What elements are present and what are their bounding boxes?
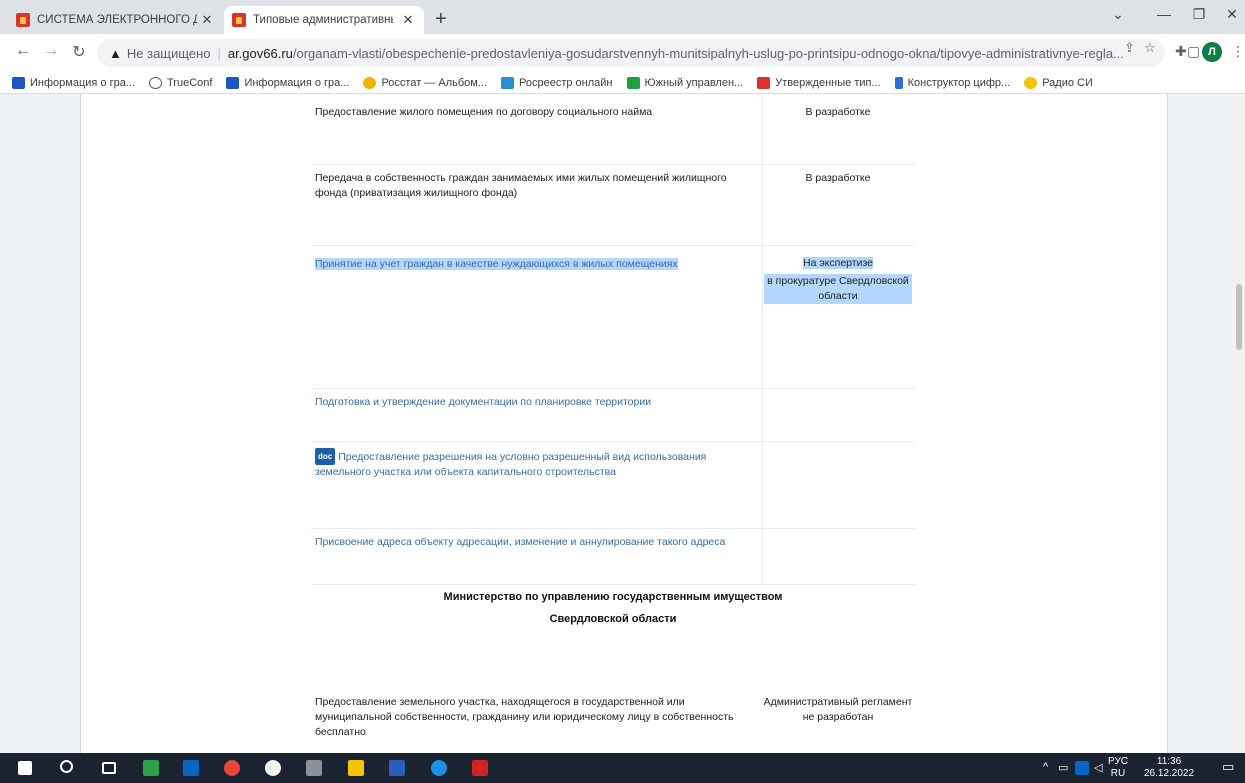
service-status: В разработке <box>805 172 871 184</box>
close-icon[interactable]: ✕ <box>400 12 416 28</box>
menu-icon[interactable]: ⋮ <box>1231 43 1245 60</box>
close-icon[interactable]: ✕ <box>199 12 215 28</box>
windows-start-icon[interactable] <box>18 761 32 775</box>
taskbar: ^ ▭ ◁ РУС RU 11:36 26.12.2022 ▭ <box>0 753 1245 783</box>
bookmark-icon <box>501 76 515 89</box>
reload-button[interactable]: ↻ <box>68 42 90 62</box>
bookmark-icon <box>226 76 240 89</box>
tab-sed[interactable]: СИСТЕМА ЭЛЕКТРОННОГО ДОКУМЕНТООБОРОТА ✕ <box>8 6 223 34</box>
scrollbar-thumb[interactable] <box>1236 284 1242 350</box>
app-icon[interactable] <box>306 760 322 776</box>
extensions-icon[interactable]: ✚ <box>1175 43 1187 60</box>
table-row: Предоставление жилого помещения по догов… <box>311 94 915 165</box>
tab-title: Типовые административные регламенты <box>253 14 393 26</box>
service-name: Предоставление жилого помещения по догов… <box>315 106 653 118</box>
tray-chevron-icon[interactable]: ^ <box>1043 761 1048 773</box>
app-icon[interactable] <box>143 760 159 776</box>
bookmark-icon <box>626 76 640 89</box>
acrobat-icon[interactable] <box>472 760 488 776</box>
search-icon[interactable] <box>60 760 73 773</box>
word-icon[interactable] <box>389 760 405 776</box>
column-divider <box>762 94 763 585</box>
page-viewport: Предоставление жилого помещения по догов… <box>0 94 1245 753</box>
service-name-link[interactable]: doc Предоставление разрешения на условно … <box>315 448 761 480</box>
tab-reglaments[interactable]: Типовые административные регламенты ✕ <box>224 6 424 34</box>
volume-icon[interactable]: ◁ <box>1094 761 1102 774</box>
doc-icon[interactable]: doc <box>315 448 336 465</box>
bookmark-item[interactable]: Утвержденные тип... <box>757 76 881 89</box>
bookmark-icon <box>1024 76 1038 89</box>
service-status: На экспертизе в прокуратуре Свердловской… <box>763 256 913 304</box>
address-bar[interactable]: ▲ Не защищено | ar.gov66.ru/organam-vlas… <box>97 39 1165 67</box>
star-icon[interactable]: ☆ <box>1144 40 1156 56</box>
service-name-link[interactable]: Принятие на учет граждан в качестве нужд… <box>315 257 761 272</box>
url-host: ar.gov66.ru <box>227 45 293 61</box>
bookmarks-bar: Информация о гра... TrueConf Информация … <box>0 72 1245 94</box>
bookmark-item[interactable]: Радио СИ <box>1024 76 1093 89</box>
new-tab-button[interactable]: + <box>435 9 447 29</box>
scrollbar[interactable] <box>1233 94 1245 753</box>
site-favicon-icon <box>16 13 30 27</box>
clock[interactable]: 11:36 26.12.2022 <box>1144 756 1194 780</box>
bookmark-item[interactable]: Росреестр онлайн <box>501 76 613 89</box>
service-name: Предоставление земельного участка, наход… <box>315 696 734 738</box>
tab-strip: СИСТЕМА ЭЛЕКТРОННОГО ДОКУМЕНТООБОРОТА ✕ … <box>0 0 1245 34</box>
back-button[interactable]: ← <box>12 42 34 60</box>
network-icon[interactable]: ▭ <box>1058 761 1068 774</box>
table-row: doc Предоставление разрешения на условно … <box>311 442 915 529</box>
bookmark-icon <box>12 76 25 89</box>
site-favicon-icon <box>232 13 246 27</box>
tab-title: СИСТЕМА ЭЛЕКТРОННОГО ДОКУМЕНТООБОРОТА <box>37 14 197 26</box>
notifications-icon[interactable]: ▭ <box>1222 759 1234 775</box>
bookmark-icon <box>363 76 377 89</box>
warning-icon[interactable]: ▲ <box>109 46 122 61</box>
bookmark-item[interactable]: Информация о гра... <box>12 76 135 89</box>
outlook-tray-icon[interactable] <box>1075 761 1089 775</box>
file-explorer-icon[interactable] <box>348 760 364 776</box>
table-row: Принятие на учет граждан в качестве нужд… <box>311 246 915 389</box>
bookmark-item[interactable]: Информация о гра... <box>226 76 349 89</box>
outlook-icon[interactable] <box>183 760 199 776</box>
task-view-icon[interactable] <box>102 762 116 774</box>
profile-avatar[interactable]: Л <box>1202 42 1222 62</box>
input-language[interactable]: РУС RU <box>1108 756 1128 780</box>
url-path: /organam-vlasti/obespechenie-predostavle… <box>292 45 1124 61</box>
security-label: Не защищено <box>126 45 211 61</box>
service-status: Административный регламент не разработан <box>763 696 913 723</box>
bookmark-icon <box>149 76 162 89</box>
service-status: В разработке <box>805 106 871 118</box>
bookmark-item[interactable]: Южный управлен... <box>626 76 743 89</box>
bookmark-icon <box>757 76 771 89</box>
window-close-button[interactable]: ✕ <box>1209 6 1245 23</box>
chrome-icon[interactable] <box>224 760 240 776</box>
status-line: в прокуратуре Свердловской области <box>764 274 912 304</box>
bookmark-item[interactable]: Росстат — Альбом... <box>363 76 487 89</box>
browser-toolbar: ← → ↻ ▲ Не защищено | ar.gov66.ru/organa… <box>0 34 1245 72</box>
ministry-heading: Министерство по управлению государственн… <box>443 591 783 625</box>
bookmark-item[interactable]: Конструктор цифр... <box>894 76 1010 89</box>
bookmark-icon <box>894 76 903 89</box>
table-row: Подготовка и утверждение документации по… <box>311 389 915 442</box>
sidebar-icon[interactable]: ▢ <box>1187 43 1200 60</box>
table-row: Передача в собственность граждан занимае… <box>311 165 915 246</box>
internet-explorer-icon[interactable] <box>431 760 447 776</box>
service-name-link[interactable]: Присвоение адреса объекту адресации, изм… <box>315 535 761 550</box>
status-line: На экспертизе <box>802 257 873 269</box>
share-icon[interactable]: ⇪ <box>1124 40 1135 56</box>
tab-search-icon[interactable]: ⌄ <box>1095 6 1141 23</box>
service-name: Передача в собственность граждан занимае… <box>315 172 727 199</box>
bookmark-item[interactable]: TrueConf <box>149 76 212 89</box>
table-row: Присвоение адреса объекту адресации, изм… <box>311 529 915 585</box>
service-name-link[interactable]: Подготовка и утверждение документации по… <box>315 395 761 410</box>
yandex-browser-icon[interactable] <box>265 760 281 776</box>
table-row: Предоставление земельного участка, наход… <box>311 689 915 753</box>
forward-button[interactable]: → <box>40 42 62 60</box>
